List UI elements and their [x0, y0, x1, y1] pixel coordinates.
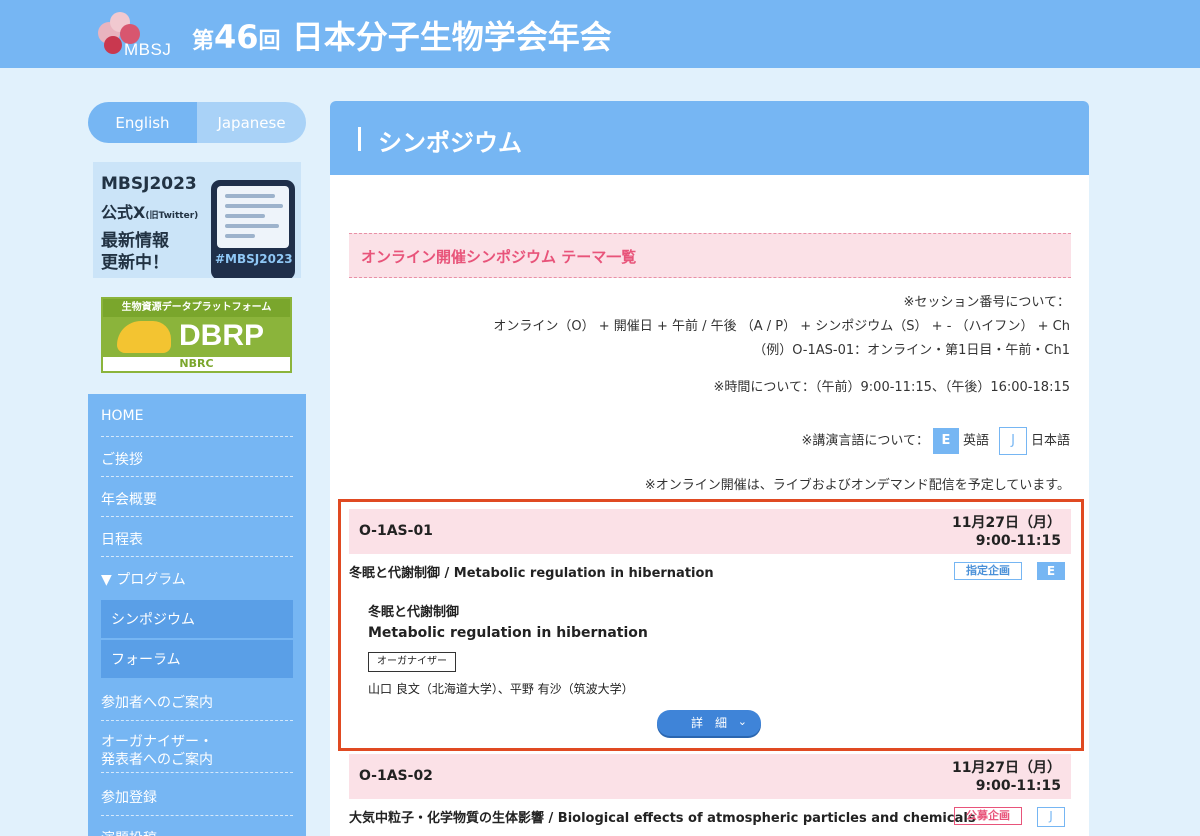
session-time: 9:00-11:15 [975, 778, 1061, 794]
session-code: O-1AS-02 [359, 768, 433, 784]
organizer-label: オーガナイザー [368, 652, 456, 672]
twitter-banner[interactable]: MBSJ2023 公式X(旧Twitter) 最新情報 更新中！ #MBSJ20… [93, 162, 301, 278]
section-heading: オンライン開催シンポジウム テーマ一覧 [349, 233, 1071, 278]
session-datetime: 11月27日（月） 9:00-11:15 [952, 759, 1061, 795]
japanese-label: 日本語 [1030, 433, 1070, 449]
main-panel: シンポジウム オンライン開催シンポジウム テーマ一覧 ※セッション番号について：… [330, 101, 1089, 836]
nav-item-registration[interactable]: 参加登録 [101, 773, 293, 816]
dbrp-logo-text: DBRP [179, 319, 265, 352]
page-title: シンポジウム [378, 129, 522, 157]
nav-item-program[interactable]: ▼ プログラム [101, 557, 293, 597]
lang-japanese-button[interactable]: Japanese [197, 102, 306, 143]
nav-item-schedule[interactable]: 日程表 [101, 517, 293, 557]
phone-illustration: #MBSJ2023 [211, 180, 295, 278]
session-time: 9:00-11:15 [975, 533, 1061, 549]
detail-button-label: 詳 細 [690, 716, 727, 730]
online-note: ※オンライン開催は、ライブおよびオンデマンド配信を予定しています。 [644, 478, 1070, 493]
page-header: シンポジウム [330, 101, 1089, 175]
nav-item-greeting[interactable]: ご挨拶 [101, 437, 293, 477]
language-badge: J [1037, 807, 1065, 827]
banner-line-main: 公式X [101, 203, 146, 222]
english-badge: E [932, 428, 959, 454]
title-main: 日本分子生物学会年会 [291, 18, 612, 56]
sidebar-nav: HOME ご挨拶 年会概要 日程表 ▼ プログラム シンポジウム フォーラム 参… [88, 394, 306, 836]
session-title: 冬眠と代謝制御 / Metabolic regulation in hibern… [349, 566, 714, 581]
language-note-label: ※講演言語について： [801, 433, 929, 449]
phone-screen [217, 186, 289, 248]
logo-dot [104, 36, 122, 54]
session-date: 11月27日（月） [952, 760, 1061, 776]
nav-item-participants[interactable]: 参加者へのご案内 [101, 678, 293, 721]
detail-title-ja: 冬眠と代謝制御 [368, 605, 460, 620]
session-date: 11月27日（月） [952, 515, 1061, 531]
nav-item-presenters[interactable]: オーガナイザー・ 発表者へのご案内 [101, 721, 293, 773]
site-title[interactable]: 第46回 日本分子生物学会年会 [192, 12, 612, 58]
nbrc-text: NBRC [179, 357, 214, 370]
title-kai: 回 [258, 29, 281, 54]
hashtag: #MBSJ2023 [215, 252, 293, 266]
banner-line-small: (旧Twitter) [145, 211, 199, 221]
dbrp-logo-area: DBRP [103, 317, 290, 357]
title-number: 46 [214, 18, 259, 56]
session-datetime: 11月27日（月） 9:00-11:15 [952, 514, 1061, 550]
detail-toggle-button[interactable]: 詳 細 ⌄ [657, 710, 761, 736]
language-note: ※講演言語について： E 英語 J 日本語 [801, 427, 1070, 455]
detail-title-en: Metabolic regulation in hibernation [368, 625, 648, 641]
session-card: O-1AS-01 11月27日（月） 9:00-11:15 冬眠と代謝制御 / … [338, 499, 1084, 751]
session-title: 大気中粒子・化学物質の生体影響 / Biological effects of … [349, 811, 976, 826]
logo-text: MBSJ [124, 40, 172, 59]
japanese-badge: J [998, 427, 1027, 455]
session-number-example: （例）O-1AS-01：オンライン・第1日目・午前・Ch1 [753, 343, 1070, 358]
banner-line: MBSJ2023 [101, 174, 197, 194]
title-bar [358, 127, 361, 151]
language-switcher: English Japanese [88, 102, 306, 143]
session-header: O-1AS-02 11月27日（月） 9:00-11:15 [349, 754, 1071, 799]
dbrp-top-text: 生物資源データプラットフォーム [103, 299, 290, 317]
nav-item-forum[interactable]: フォーラム [101, 640, 293, 678]
elephant-icon [117, 321, 171, 353]
section-title: オンライン開催シンポジウム テーマ一覧 [361, 248, 637, 266]
banner-line: 公式X(旧Twitter) [101, 199, 198, 223]
chevron-down-icon: ⌄ [737, 715, 747, 728]
dbrp-banner[interactable]: 生物資源データプラットフォーム DBRP NBRC [101, 297, 292, 373]
english-label: 英語 [962, 433, 989, 449]
nav-item-overview[interactable]: 年会概要 [101, 477, 293, 517]
lang-english-button[interactable]: English [88, 102, 197, 143]
organizer-names: 山口 良文（北海道大学）、平野 有沙（筑波大学） [368, 682, 634, 696]
category-badge: 公募企画 [954, 807, 1022, 825]
nav-item-home[interactable]: HOME [101, 394, 293, 437]
session-card: O-1AS-02 11月27日（月） 9:00-11:15 大気中粒子・化学物質… [341, 747, 1081, 836]
mbsj-logo[interactable]: MBSJ [96, 10, 186, 62]
title-prefix: 第 [192, 29, 215, 54]
session-header: O-1AS-01 11月27日（月） 9:00-11:15 [349, 509, 1071, 554]
time-note: ※時間について：（午前）9:00-11:15、（午後）16:00-18:15 [713, 380, 1070, 395]
nav-item-abstract[interactable]: 演題投稿 [101, 816, 293, 836]
nav-item-symposium[interactable]: シンポジウム [101, 600, 293, 638]
site-header: MBSJ 第46回 日本分子生物学会年会 [0, 0, 1200, 68]
banner-line: 更新中！ [101, 253, 169, 273]
category-badge: 指定企画 [954, 562, 1022, 580]
session-code: O-1AS-01 [359, 523, 433, 539]
session-number-format: オンライン（O） + 開催日 + 午前 / 午後 （A / P） + シンポジウ… [493, 319, 1070, 334]
session-number-label: ※セッション番号について： [903, 295, 1070, 310]
language-badge: E [1037, 562, 1065, 580]
